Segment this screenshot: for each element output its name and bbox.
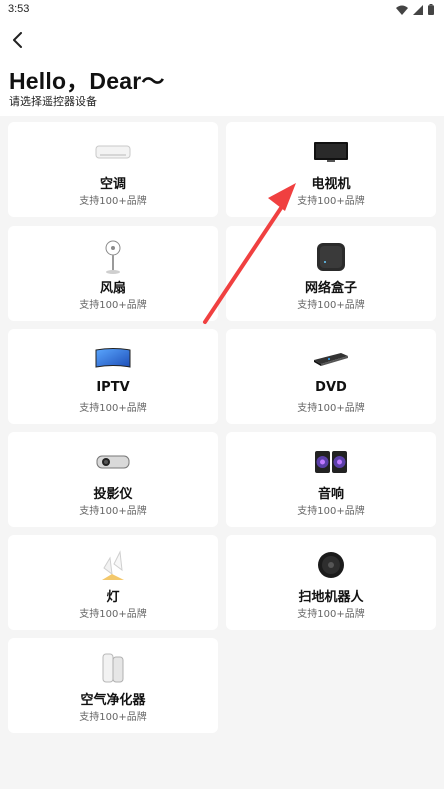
device-card-tv[interactable]: 电视机 支持100+品牌 [226,122,436,217]
device-brand-count: 支持100+品牌 [297,506,365,517]
device-name: 音响 [317,487,344,502]
device-name: DVD [315,380,347,395]
battery-icon [428,4,434,15]
device-card-air-conditioner[interactable]: 空调 支持100+品牌 [8,122,218,217]
status-time: 3:53 [8,3,30,15]
device-card-iptv[interactable]: IPTV 支持100+品牌 [8,329,218,424]
device-brand-count: 支持100+品牌 [79,712,147,723]
device-card-fan[interactable]: 风扇 支持100+品牌 [8,226,218,321]
device-brand-count: 支持100+品牌 [297,609,365,620]
device-brand-count: 支持100+品牌 [79,300,147,311]
device-card-lamp[interactable]: 灯 支持100+品牌 [8,535,218,630]
device-name: 投影仪 [93,487,133,502]
device-brand-count: 支持100+品牌 [297,403,365,414]
device-brand-count: 支持100+品牌 [297,300,365,311]
device-brand-count: 支持100+品牌 [79,403,147,414]
device-card-speaker[interactable]: 音响 支持100+品牌 [226,432,436,527]
device-card-air-purifier[interactable]: 空气净化器 支持100+品牌 [8,638,218,733]
app-header: Hello，Dear～ 请选择遥控器设备 [0,22,444,116]
device-brand-count: 支持100+品牌 [79,196,147,207]
device-name: 扫地机器人 [298,590,364,605]
device-brand-count: 支持100+品牌 [79,609,147,620]
device-name: 网络盒子 [304,281,357,296]
device-brand-count: 支持100+品牌 [79,506,147,517]
air-conditioner-icon [94,139,132,165]
iptv-icon [94,346,132,372]
status-bar: 3:53 [0,0,444,22]
device-name: 风扇 [99,281,126,296]
device-name: 空气净化器 [80,693,146,708]
status-icons [396,4,434,15]
lamp-icon [94,547,132,583]
device-name: IPTV [96,380,130,395]
air-purifier-icon [94,650,132,686]
tv-icon [312,139,350,165]
network-box-icon [312,241,350,273]
dvd-icon [312,346,350,372]
wifi-icon [396,5,408,15]
back-button[interactable] [6,28,30,52]
device-brand-count: 支持100+品牌 [297,196,365,207]
page-title: Hello，Dear～ [9,68,165,94]
signal-icon [413,4,423,15]
device-card-network-box[interactable]: 网络盒子 支持100+品牌 [226,226,436,321]
back-arrow-icon [13,32,22,48]
device-name: 空调 [99,177,126,192]
device-card-robot-vacuum[interactable]: 扫地机器人 支持100+品牌 [226,535,436,630]
device-card-dvd[interactable]: DVD 支持100+品牌 [226,329,436,424]
page-subtitle: 请选择遥控器设备 [9,95,97,108]
device-name: 电视机 [311,177,351,192]
projector-icon [94,449,132,475]
fan-icon [94,240,132,274]
device-card-projector[interactable]: 投影仪 支持100+品牌 [8,432,218,527]
robot-vacuum-icon [312,549,350,581]
device-name: 灯 [106,590,120,605]
speaker-icon [312,449,350,475]
